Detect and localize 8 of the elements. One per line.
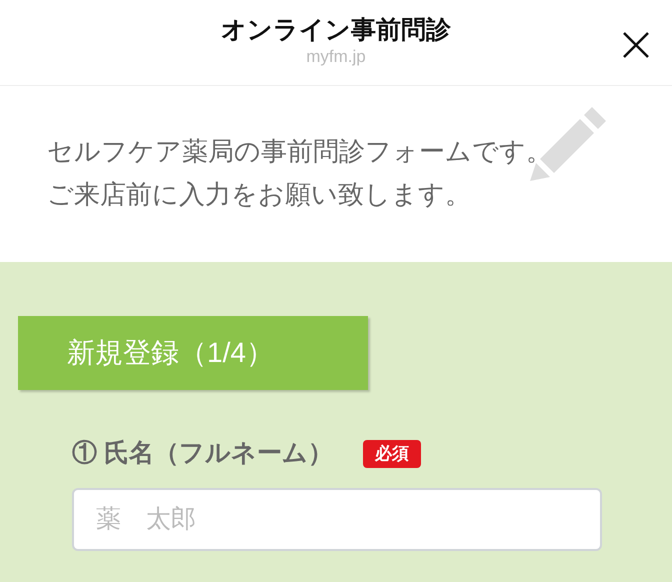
domain-text: myfm.jp bbox=[306, 46, 366, 68]
intro-text: ご来店前に入力をお願い致します。 bbox=[47, 178, 471, 211]
page-title: オンライン事前問診 bbox=[221, 15, 451, 46]
name-input-field[interactable]: 薬 太郎 bbox=[72, 488, 602, 551]
required-badge: 必須 bbox=[362, 440, 421, 468]
intro-text: セルフケア薬局の事前問診フォームです。 bbox=[47, 135, 552, 168]
section-header: 新規登録（1/4） bbox=[18, 316, 368, 390]
field-label: ① 氏名（フルネーム） bbox=[72, 438, 333, 470]
